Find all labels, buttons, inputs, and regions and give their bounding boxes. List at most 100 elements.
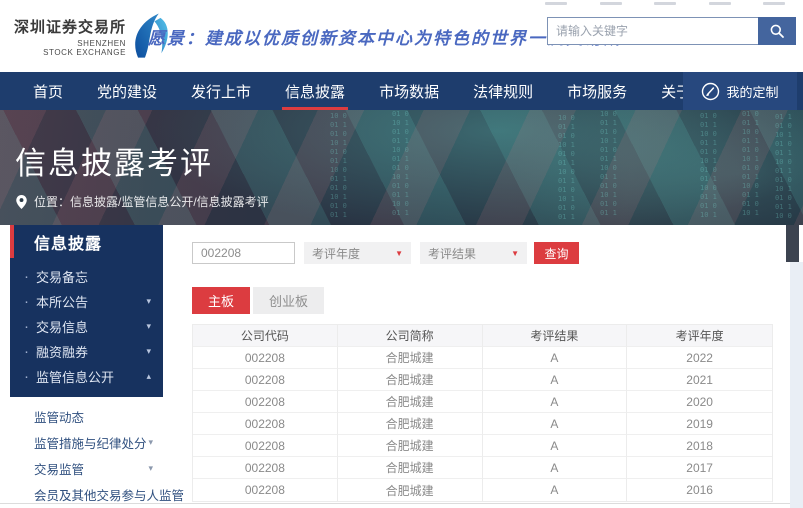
table-row: 002208合肥城建A2022 bbox=[193, 347, 772, 369]
sidebar-item-label: 融资融券 bbox=[36, 342, 88, 361]
sidebar: 信息披露 ·交易备忘·本所公告▾·交易信息▾·融资融券▾·监管信息公开▴ 监管动… bbox=[10, 225, 163, 508]
year-dropdown[interactable]: 考评年度 ▼ bbox=[304, 242, 411, 264]
binary-texture-column: 10 0 01 1 01 0 10 1 01 0 01 1 10 0 01 1 … bbox=[600, 110, 617, 218]
binary-texture-column: 01 0 10 1 01 0 01 1 10 0 01 1 01 0 10 1 … bbox=[392, 110, 409, 218]
page-title: 信息披露考评 bbox=[15, 138, 213, 183]
table-cell: A bbox=[483, 369, 628, 391]
binary-texture-column: 10 0 01 1 01 0 10 1 01 0 01 1 10 0 01 1 … bbox=[558, 114, 575, 222]
site-header: 深圳证券交易所 SHENZHEN STOCK EXCHANGE 愿景：建成以优质… bbox=[0, 0, 803, 72]
table-cell: 002208 bbox=[193, 457, 338, 479]
chevron-down-icon: ▾ bbox=[148, 463, 153, 474]
chevron-down-icon: ▾ bbox=[146, 321, 151, 332]
right-gutter bbox=[790, 262, 803, 508]
table-cell: 合肥城建 bbox=[338, 413, 483, 435]
table-header-row: 公司代码公司简称考评结果考评年度 bbox=[193, 325, 772, 347]
logo-name-en: SHENZHEN STOCK EXCHANGE bbox=[14, 39, 126, 57]
table-header-cell: 公司代码 bbox=[193, 325, 338, 347]
chevron-down-icon: ▼ bbox=[395, 249, 403, 258]
table-cell: 2021 bbox=[627, 369, 772, 391]
table-cell: 合肥城建 bbox=[338, 391, 483, 413]
sidebar-submenu: 监管动态监管措施与纪律处分▾交易监管▾会员及其他交易参与人监管中介机构监管 bbox=[10, 397, 163, 508]
sidebar-subitem[interactable]: 监管措施与纪律处分▾ bbox=[10, 429, 163, 455]
nav-item[interactable]: 发行上市 bbox=[174, 72, 268, 110]
table-cell: 002208 bbox=[193, 413, 338, 435]
chevron-down-icon: ▾ bbox=[146, 346, 151, 357]
sidebar-subitem[interactable]: 监管动态 bbox=[10, 403, 163, 429]
table-cell: 合肥城建 bbox=[338, 479, 483, 501]
binary-texture-column: 01 1 01 0 10 1 01 0 01 1 10 0 01 1 01 0 … bbox=[775, 113, 792, 221]
board-tab[interactable]: 主板 bbox=[192, 287, 250, 314]
sidebar-item[interactable]: · 监管信息公开 ▴ bbox=[10, 364, 163, 389]
search-button[interactable] bbox=[758, 17, 796, 45]
table-body: 002208合肥城建A2022002208合肥城建A2021002208合肥城建… bbox=[193, 347, 772, 501]
year-dropdown-label: 考评年度 bbox=[312, 245, 360, 262]
table-cell: A bbox=[483, 479, 628, 501]
table-cell: A bbox=[483, 435, 628, 457]
binary-texture-column: 01 0 01 1 10 0 01 1 01 0 10 1 01 0 01 1 … bbox=[742, 110, 759, 218]
board-tab[interactable]: 创业板 bbox=[253, 287, 324, 314]
table-row: 002208合肥城建A2017 bbox=[193, 457, 772, 479]
breadcrumb: 位置：信息披露/监管信息公开/信息披露考评 bbox=[16, 193, 269, 210]
nav-item[interactable]: 市场数据 bbox=[362, 72, 456, 110]
chevron-down-icon: ▾ bbox=[146, 296, 151, 307]
sidebar-item-label: 监管信息公开 bbox=[36, 367, 114, 386]
banner-edge-fragment bbox=[786, 225, 799, 262]
bullet-icon: · bbox=[24, 369, 29, 384]
binary-texture-column: 01 0 01 1 10 0 01 1 01 0 10 1 01 0 01 1 … bbox=[700, 112, 717, 220]
sidebar-item[interactable]: ·交易备忘 bbox=[10, 264, 163, 289]
table-cell: 2022 bbox=[627, 347, 772, 369]
my-custom-label: 我的定制 bbox=[726, 82, 778, 101]
search-input[interactable] bbox=[547, 17, 758, 45]
table-header-cell: 考评结果 bbox=[483, 325, 628, 347]
nav-item[interactable]: 信息披露 bbox=[268, 72, 362, 110]
table-cell: 合肥城建 bbox=[338, 457, 483, 479]
table-row: 002208合肥城建A2021 bbox=[193, 369, 772, 391]
sidebar-subitem-label: 监管措施与纪律处分 bbox=[34, 433, 147, 452]
logo-name-cn: 深圳证券交易所 bbox=[14, 16, 126, 37]
page-banner: 10 0 01 1 01 0 10 1 01 0 01 1 10 0 01 1 … bbox=[0, 110, 803, 225]
nav-item[interactable]: 法律规则 bbox=[456, 72, 550, 110]
my-custom-button[interactable]: 我的定制 bbox=[683, 72, 797, 110]
bullet-icon: · bbox=[24, 294, 29, 309]
nav-item[interactable]: 党的建设 bbox=[80, 72, 174, 110]
chevron-up-icon: ▴ bbox=[146, 371, 151, 382]
location-pin-icon bbox=[16, 195, 27, 209]
table-header-cell: 考评年度 bbox=[627, 325, 772, 347]
stock-code-input[interactable] bbox=[192, 242, 295, 264]
board-tabs: 主板创业板 bbox=[192, 287, 324, 314]
sidebar-item-label: 交易备忘 bbox=[36, 267, 88, 286]
sidebar-menu: ·交易备忘·本所公告▾·交易信息▾·融资融券▾·监管信息公开▴ bbox=[10, 258, 163, 397]
result-dropdown-label: 考评结果 bbox=[428, 245, 476, 262]
sidebar-subitem[interactable]: 交易监管 ▾ bbox=[10, 455, 163, 481]
sidebar-item[interactable]: · 本所公告 ▾ bbox=[10, 289, 163, 314]
table-cell: 002208 bbox=[193, 435, 338, 457]
bullet-icon: · bbox=[24, 319, 29, 334]
nav-item[interactable]: 首页 bbox=[16, 72, 80, 110]
table-cell: 002208 bbox=[193, 347, 338, 369]
site-search bbox=[547, 17, 796, 45]
bullet-icon: · bbox=[24, 344, 29, 359]
logo-text: 深圳证券交易所 SHENZHEN STOCK EXCHANGE bbox=[14, 16, 126, 57]
edit-circle-icon bbox=[701, 82, 720, 101]
sidebar-subitem-label: 交易监管 bbox=[34, 459, 84, 478]
sidebar-subitem-label: 会员及其他交易参与人监管 bbox=[34, 485, 184, 504]
table-header-cell: 公司简称 bbox=[338, 325, 483, 347]
sidebar-item[interactable]: ·交易信息▾ bbox=[10, 314, 163, 339]
breadcrumb-text: 位置：信息披露/监管信息公开/信息披露考评 bbox=[34, 193, 269, 210]
main-navbar: 首页党的建设发行上市信息披露市场数据法律规则市场服务关于本所 我的定制 bbox=[0, 72, 803, 110]
search-icon bbox=[769, 23, 785, 39]
table-row: 002208合肥城建A2016 bbox=[193, 479, 772, 501]
szse-logo[interactable]: 深圳证券交易所 SHENZHEN STOCK EXCHANGE bbox=[14, 13, 170, 59]
sidebar-item-label: 本所公告 bbox=[36, 292, 88, 311]
nav-item[interactable]: 市场服务 bbox=[550, 72, 644, 110]
sidebar-item[interactable]: · 融资融券 ▾ bbox=[10, 339, 163, 364]
query-button[interactable]: 查询 bbox=[534, 242, 579, 264]
chevron-down-icon: ▼ bbox=[511, 249, 519, 258]
evaluation-table: 公司代码公司简称考评结果考评年度 002208合肥城建A2022002208合肥… bbox=[192, 324, 773, 502]
table-cell: 002208 bbox=[193, 479, 338, 501]
table-cell: 合肥城建 bbox=[338, 347, 483, 369]
table-row: 002208合肥城建A2018 bbox=[193, 435, 772, 457]
table-cell: 合肥城建 bbox=[338, 435, 483, 457]
table-cell: 002208 bbox=[193, 369, 338, 391]
result-dropdown[interactable]: 考评结果 ▼ bbox=[420, 242, 527, 264]
